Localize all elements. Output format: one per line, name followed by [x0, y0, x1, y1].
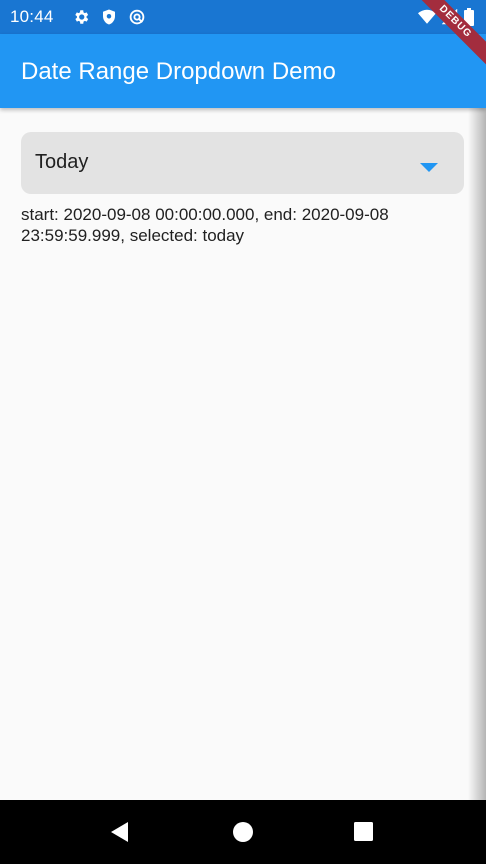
status-time: 10:44: [10, 7, 54, 26]
app-bar: Date Range Dropdown Demo: [0, 34, 486, 108]
home-icon[interactable]: [233, 822, 253, 847]
status-icons-left: [72, 8, 146, 26]
gear-icon: [72, 8, 90, 26]
app-screen: 10:44 DEBUG Date Range Dropdown Demo Tod…: [0, 0, 486, 864]
vpn-icon: [128, 8, 146, 26]
date-range-result-text: start: 2020-09-08 00:00:00.000, end: 202…: [21, 205, 389, 245]
back-icon[interactable]: [110, 822, 130, 847]
shield-icon: [100, 8, 118, 26]
dropdown-selected-value: Today: [35, 151, 89, 173]
date-range-dropdown[interactable]: Today: [21, 132, 464, 194]
page-title: Date Range Dropdown Demo: [21, 58, 336, 85]
main-content: Today start: 2020-09-08 00:00:00.000, en…: [21, 132, 464, 246]
status-bar: 10:44: [0, 0, 486, 34]
recents-icon[interactable]: [354, 822, 373, 846]
system-nav-bar: [0, 800, 486, 864]
edge-shadow: [468, 108, 486, 800]
dropdown-arrow-icon: [420, 159, 438, 177]
